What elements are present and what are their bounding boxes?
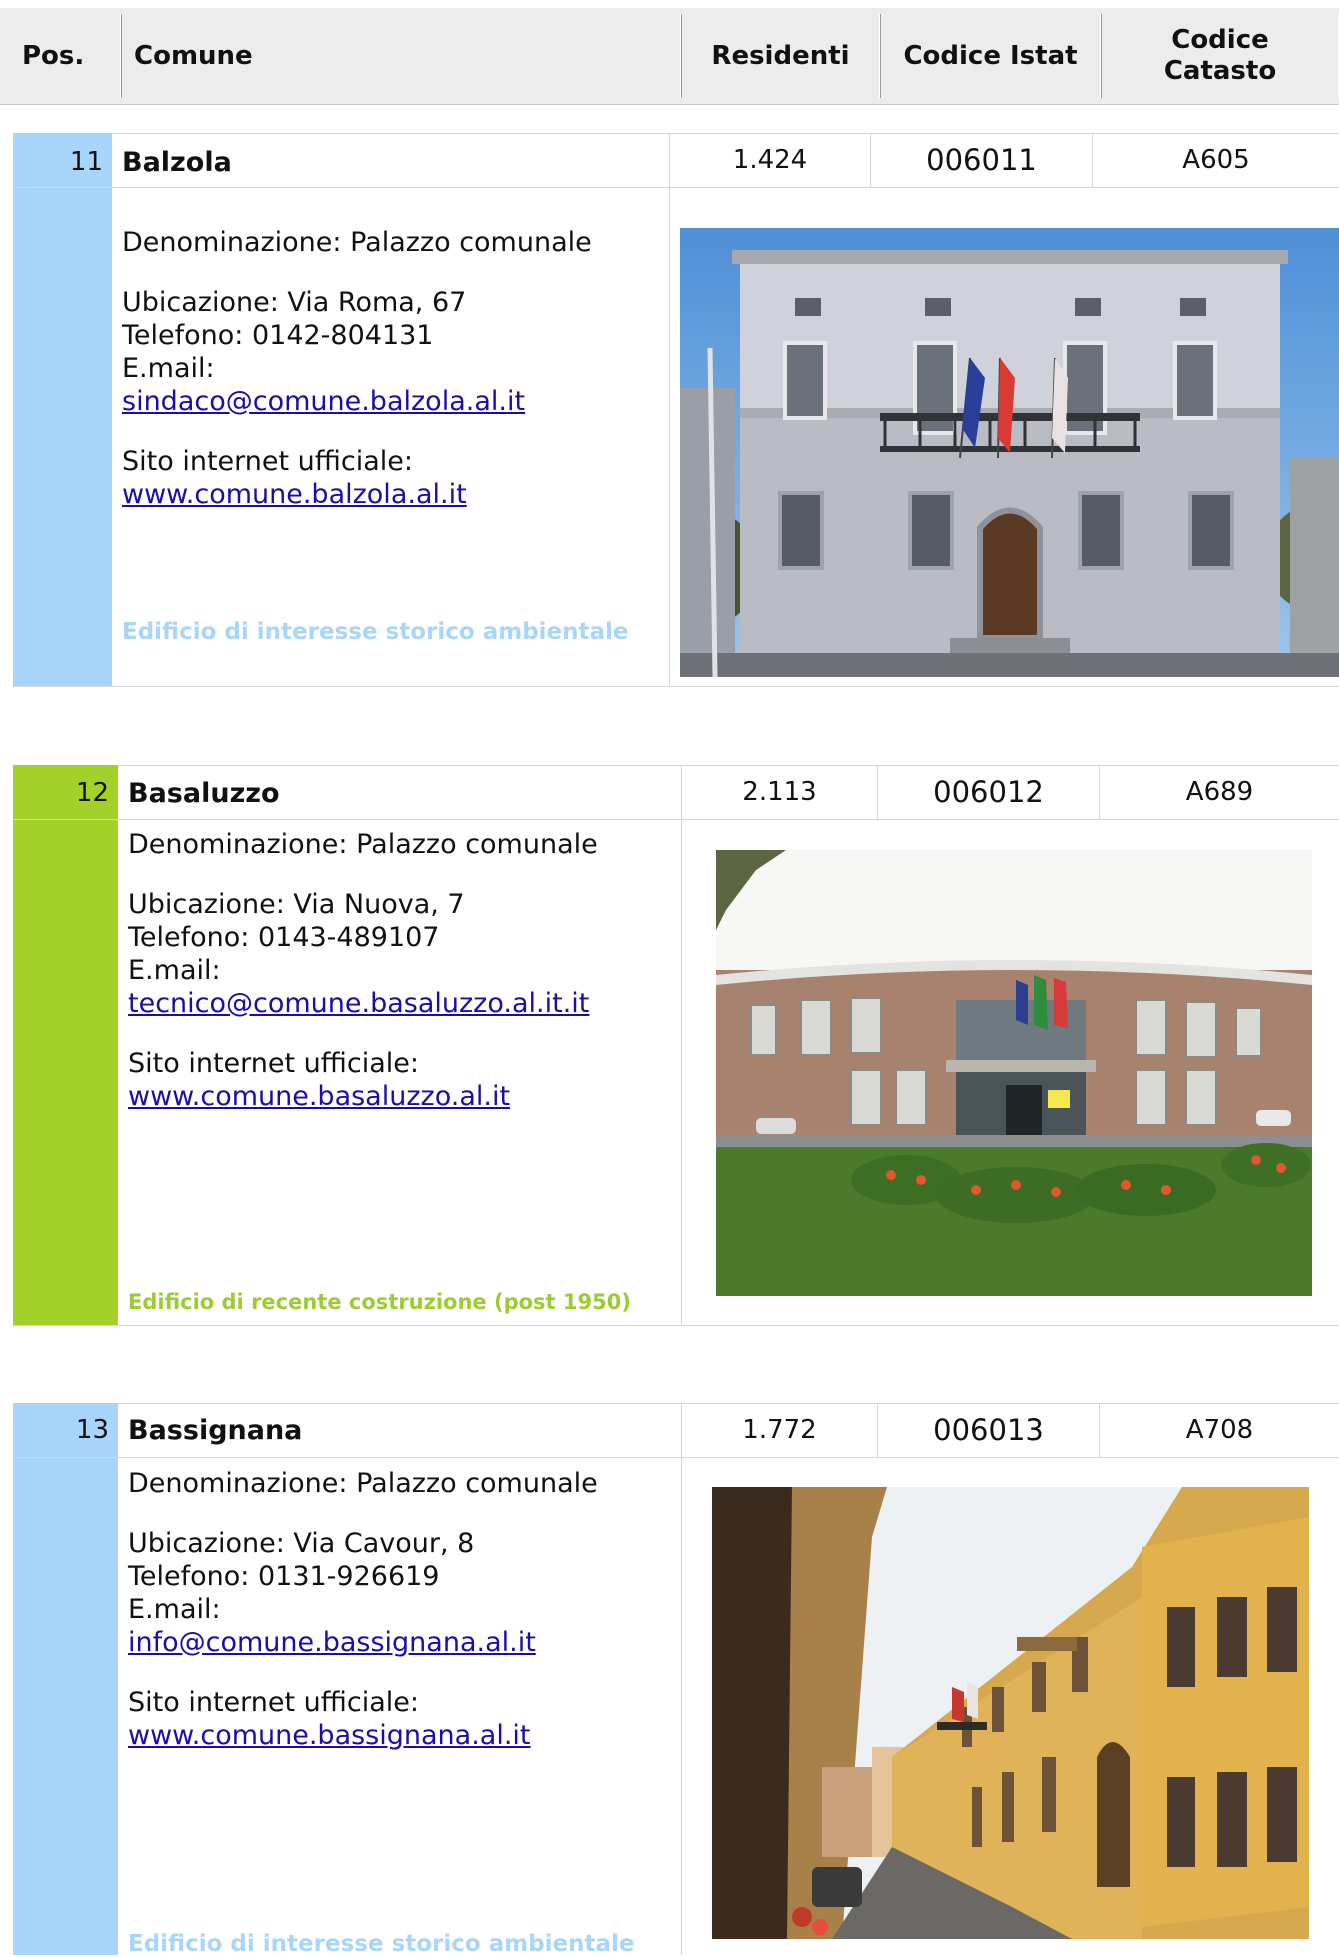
town-hall-image bbox=[680, 228, 1339, 677]
header-istat-label: Codice Istat bbox=[903, 41, 1078, 71]
palazzo-comunale-balzola-photo bbox=[680, 228, 1339, 677]
email-label: E.mail: bbox=[128, 955, 221, 986]
record-residents: 2.113 bbox=[681, 765, 877, 819]
building-type-note: Edificio di recente costruzione (post 19… bbox=[128, 1290, 631, 1314]
record-info: Denominazione: Palazzo comunale Ubicazio… bbox=[122, 226, 662, 511]
telefono-text: Telefono: 0143-489107 bbox=[128, 922, 440, 953]
ubicazione-text: Ubicazione: Via Cavour, 8 bbox=[128, 1528, 475, 1559]
sito-label: Sito internet ufficiale: bbox=[128, 1048, 419, 1079]
header-comune: Comune bbox=[121, 14, 681, 98]
sito-label: Sito internet ufficiale: bbox=[122, 446, 413, 477]
header-pos-label: Pos. bbox=[22, 41, 85, 71]
website-link[interactable]: www.comune.bassignana.al.it bbox=[128, 1720, 531, 1751]
email-link[interactable]: info@comune.bassignana.al.it bbox=[128, 1627, 536, 1658]
denominazione-text: Denominazione: Palazzo comunale bbox=[128, 1468, 598, 1499]
denominazione-text: Denominazione: Palazzo comunale bbox=[128, 829, 598, 860]
record-card-basaluzzo: 12 Basaluzzo 2.113 006012 A689 Denominaz… bbox=[13, 765, 1339, 1326]
palazzo-comunale-bassignana-photo bbox=[712, 1487, 1309, 1939]
website-link[interactable]: www.comune.balzola.al.it bbox=[122, 479, 467, 510]
header-residenti-label: Residenti bbox=[711, 41, 850, 71]
card-row-divider bbox=[13, 819, 1339, 820]
record-pos: 13 bbox=[75, 1415, 109, 1445]
record-info: Denominazione: Palazzo comunale Ubicazio… bbox=[128, 1467, 673, 1752]
record-istat-code: 006012 bbox=[877, 765, 1099, 819]
header-catasto-wrap: Codice Catasto bbox=[1164, 25, 1276, 87]
record-pos: 11 bbox=[69, 147, 103, 177]
email-label: E.mail: bbox=[122, 353, 215, 384]
card-column-divider bbox=[681, 1457, 682, 1955]
email-label: E.mail: bbox=[128, 1594, 221, 1625]
denominazione-text: Denominazione: Palazzo comunale bbox=[122, 227, 592, 258]
telefono-text: Telefono: 0142-804131 bbox=[122, 320, 434, 351]
sito-label: Sito internet ufficiale: bbox=[128, 1687, 419, 1718]
record-residents: 1.424 bbox=[669, 133, 870, 187]
palazzo-comunale-basaluzzo-photo bbox=[716, 850, 1312, 1296]
building-type-note: Edificio di interesse storico ambientale bbox=[122, 619, 629, 645]
record-catasto-code: A605 bbox=[1092, 133, 1339, 187]
record-info: Denominazione: Palazzo comunale Ubicazio… bbox=[128, 828, 673, 1113]
type-color-strip bbox=[13, 765, 118, 1326]
card-column-divider bbox=[669, 187, 670, 687]
table-header: Pos. Comune Residenti Codice Istat Codic… bbox=[0, 8, 1339, 105]
header-pos: Pos. bbox=[0, 14, 121, 98]
card-row-divider bbox=[13, 187, 1339, 188]
ubicazione-text: Ubicazione: Via Nuova, 7 bbox=[128, 889, 465, 920]
record-comune-name: Balzola bbox=[122, 147, 232, 178]
header-catasto-line1: Codice bbox=[1171, 25, 1269, 55]
record-catasto-code: A689 bbox=[1099, 765, 1339, 819]
record-istat-code: 006011 bbox=[870, 133, 1092, 187]
card-column-divider bbox=[681, 819, 682, 1326]
type-color-strip bbox=[13, 133, 112, 687]
record-residents: 1.772 bbox=[681, 1403, 877, 1457]
header-istat: Codice Istat bbox=[880, 14, 1101, 98]
town-hall-image bbox=[712, 1487, 1309, 1939]
telefono-text: Telefono: 0131-926619 bbox=[128, 1561, 440, 1592]
ubicazione-text: Ubicazione: Via Roma, 67 bbox=[122, 287, 467, 318]
record-catasto-code: A708 bbox=[1099, 1403, 1339, 1457]
header-residenti: Residenti bbox=[681, 14, 880, 98]
record-comune-name: Basaluzzo bbox=[128, 778, 280, 809]
website-link[interactable]: www.comune.basaluzzo.al.it bbox=[128, 1081, 510, 1112]
card-bottom-border bbox=[13, 1325, 1339, 1326]
building-type-note: Edificio di interesse storico ambientale bbox=[128, 1931, 635, 1957]
header-catasto-line2: Catasto bbox=[1163, 56, 1277, 86]
email-link[interactable]: sindaco@comune.balzola.al.it bbox=[122, 386, 525, 417]
type-color-strip bbox=[13, 1403, 118, 1955]
card-row-divider bbox=[13, 1457, 1339, 1458]
record-comune-name: Bassignana bbox=[128, 1415, 303, 1446]
email-link[interactable]: tecnico@comune.basaluzzo.al.it.it bbox=[128, 988, 589, 1019]
card-bottom-border bbox=[13, 686, 1339, 687]
header-catasto: Codice Catasto bbox=[1101, 14, 1339, 98]
record-pos: 12 bbox=[75, 778, 109, 808]
record-card-balzola: 11 Balzola 1.424 006011 A605 Denominazio… bbox=[13, 133, 1339, 687]
record-card-bassignana: 13 Bassignana 1.772 006013 A708 Denomina… bbox=[13, 1403, 1339, 1957]
town-hall-image bbox=[716, 850, 1312, 1296]
record-istat-code: 006013 bbox=[877, 1403, 1099, 1457]
header-comune-label: Comune bbox=[134, 41, 253, 71]
